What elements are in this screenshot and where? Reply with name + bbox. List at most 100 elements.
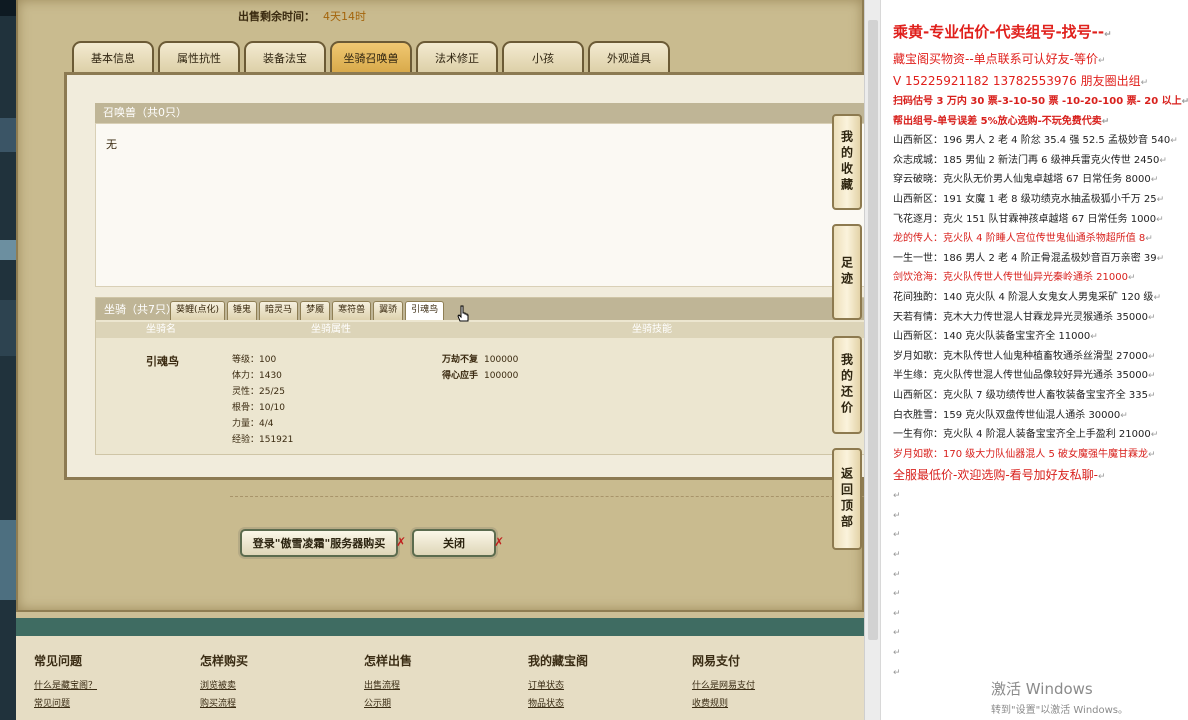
paragraph-mark-icon: ↵ xyxy=(1148,449,1156,460)
doc-line: 藏宝阁买物资--单点联系可认好友-等价↵ xyxy=(893,48,1188,70)
footer-col-pay: 网易支付 什么是网易支付 收费规则 xyxy=(692,652,755,713)
paragraph-mark-icon: ↵ xyxy=(1140,78,1149,88)
footer-link[interactable]: 常见问题 xyxy=(34,695,97,713)
doc-line: 扫码估号 3 万内 30 票-3-10-50 票 -10-20-100 票- 2… xyxy=(893,92,1188,112)
mount-tab-5[interactable]: 寒符兽 xyxy=(332,301,372,320)
mount-tab-2[interactable]: 锤鬼 xyxy=(227,301,258,320)
footer-col-faq: 常见问题 什么是藏宝阁？ 常见问题 xyxy=(34,652,97,713)
footer-col-my-cbg: 我的藏宝阁 订单状态 物品状态 xyxy=(528,652,588,713)
summon-header: 召唤兽（共0只） xyxy=(95,103,864,123)
mount-tab-7[interactable]: 引魂鸟 xyxy=(405,301,445,320)
footprint-button[interactable]: 足迹 xyxy=(832,224,862,320)
paragraph-mark-icon: ↵ xyxy=(1156,253,1165,264)
footer-link[interactable]: 公示期 xyxy=(364,695,412,713)
stat-stamina: 体力：1430 xyxy=(232,371,282,381)
sale-time-value: 4天14时 xyxy=(323,10,366,23)
paragraph-mark-icon: ↵ xyxy=(1156,214,1164,225)
stat-spirit: 灵性：25/25 xyxy=(232,387,285,397)
sale-time-label: 出售剩余时间： xyxy=(238,10,315,23)
mount-section: 坐骑（共7只） 葵鲤(点化) 锤鬼 暗灵马 梦魇 寒符兽 翼骄 引魂鸟 坐骑名 … xyxy=(95,297,864,455)
footer-link[interactable]: 物品状态 xyxy=(528,695,588,713)
doc-line: 白衣胜雪：159 克火队双盘传世仙混人通杀 30000↵ xyxy=(893,406,1188,426)
tab-mounts-summons[interactable]: 坐骑召唤兽 xyxy=(330,41,412,73)
paragraph-mark-icon: ↵ xyxy=(1090,332,1098,343)
mount-tabs: 葵鲤(点化) 锤鬼 暗灵马 梦魇 寒符兽 翼骄 引魂鸟 xyxy=(170,301,445,320)
doc-line: 山西新区：140 克火队装备宝宝齐全 11000↵ xyxy=(893,327,1188,347)
tab-appearance[interactable]: 外观道具 xyxy=(588,41,670,73)
tab-basic-info[interactable]: 基本信息 xyxy=(72,41,154,73)
summon-empty-text: 无 xyxy=(106,138,117,151)
document-body[interactable]: 乘黄-专业估价-代卖组号-找号--↵ 藏宝阁买物资--单点联系可认好友-等价↵ V … xyxy=(893,16,1188,682)
doc-line-text: 龙的传人：克火队 4 阶睡人宫位传世鬼仙通杀物超所值 8 xyxy=(893,233,1146,245)
doc-line: 帮出组号-单号误差 5%放心选购-不玩免费代卖↵ xyxy=(893,112,1188,132)
footer-link[interactable]: 什么是网易支付 xyxy=(692,677,755,695)
doc-line: ↵ xyxy=(893,525,1188,545)
paragraph-mark-icon: ↵ xyxy=(893,510,901,521)
footer-col-buy: 怎样购买 浏览被卖 购买流程 xyxy=(200,652,248,713)
paragraph-mark-icon: ↵ xyxy=(893,550,901,561)
footer-link[interactable]: 购买流程 xyxy=(200,695,248,713)
doc-line-text: 岁月如歌：170 级大力队仙器混人 5 破女魔强牛魔甘霖龙 xyxy=(893,448,1148,460)
footer-link[interactable]: 订单状态 xyxy=(528,677,588,695)
footer-heading: 常见问题 xyxy=(34,654,83,668)
tab-child[interactable]: 小孩 xyxy=(502,41,584,73)
tab-spell-mods[interactable]: 法术修正 xyxy=(416,41,498,73)
doc-line: ↵ xyxy=(893,643,1188,663)
mount-header: 坐骑（共7只） xyxy=(104,303,177,316)
doc-line-text: 白衣胜雪：159 克火队双盘传世仙混人通杀 30000 xyxy=(893,409,1121,421)
paragraph-mark-icon: ↵ xyxy=(893,491,901,502)
stat-level: 等级：100 xyxy=(232,355,277,365)
skill-name: 万劫不复 xyxy=(442,355,479,365)
paragraph-mark-icon: ↵ xyxy=(893,530,901,541)
paragraph-mark-icon: ↵ xyxy=(893,589,901,600)
footer-heading: 怎样购买 xyxy=(200,654,249,668)
doc-line-text: 山西新区：196 男人 2 老 4 阶忿 35.4 强 52.5 孟极妙音 54… xyxy=(893,135,1171,147)
paragraph-mark-icon: ↵ xyxy=(1150,430,1159,441)
doc-line: V 15225921182 13782553976 朋友圈出组↵ xyxy=(893,70,1188,92)
back-to-top-button[interactable]: 返回顶部 xyxy=(832,448,862,550)
doc-line-text: 岁月如歌：克木队传世人仙鬼种植畜牧通杀丝滑型 27000 xyxy=(893,350,1148,362)
doc-line: 剑饮沧海：克火队传世人传世仙异光秦岭通杀 21000↵ xyxy=(893,268,1188,288)
doc-line-text: 藏宝阁买物资--单点联系可认好友-等价 xyxy=(893,52,1098,66)
divider xyxy=(230,496,864,497)
doc-line: 天若有情：克木大力传世混人甘霖龙异光灵猴通杀 35000↵ xyxy=(893,308,1188,328)
footer-link[interactable]: 什么是藏宝阁？ xyxy=(34,677,97,695)
doc-line: ↵ xyxy=(893,584,1188,604)
paragraph-mark-icon: ↵ xyxy=(1098,472,1106,483)
mount-tab-4[interactable]: 梦魇 xyxy=(300,301,331,320)
stat-root: 根骨：10/10 xyxy=(232,403,285,413)
my-favorites-button[interactable]: 我的收藏 xyxy=(832,114,862,210)
tab-attributes[interactable]: 属性抗性 xyxy=(158,41,240,73)
doc-line: ↵ xyxy=(893,604,1188,624)
mount-tab-3[interactable]: 暗灵马 xyxy=(259,301,299,320)
watermark-sub: 转到"设置"以激活 Windows。 xyxy=(991,705,1129,716)
doc-line: 龙的传人：克火队 4 阶睡人宫位传世鬼仙通杀物超所值 8↵ xyxy=(893,229,1188,249)
mount-header-bar: 坐骑（共7只） 葵鲤(点化) 锤鬼 暗灵马 梦魇 寒符兽 翼骄 引魂鸟 xyxy=(96,298,864,320)
close-button[interactable]: 关闭 xyxy=(412,529,496,557)
mount-stats: 等级：100 体力：1430 灵性：25/25 根骨：10/10 力量：4/4 … xyxy=(232,352,293,448)
scrollbar[interactable] xyxy=(865,0,881,720)
doc-line-text: 穿云破晓：克火队无价男人仙鬼卓越塔 67 日常任务 8000 xyxy=(893,174,1151,186)
doc-line-text: 一生一世：186 男人 2 老 4 阶正骨混孟极妙音百万亲密 39 xyxy=(893,252,1157,264)
mount-tab-6[interactable]: 翼骄 xyxy=(373,301,404,320)
paragraph-mark-icon: ↵ xyxy=(1148,351,1156,362)
mount-tab-1[interactable]: 葵鲤(点化) xyxy=(170,301,226,320)
doc-line-text: 一生有你：克火队 4 阶混人装备宝宝齐全上手盈利 21000 xyxy=(893,429,1151,441)
login-server-buy-button[interactable]: 登录"傲雪凌霜"服务器购买 xyxy=(240,529,398,557)
skill-name: 得心应手 xyxy=(442,371,479,381)
footer-heading: 怎样出售 xyxy=(364,654,413,668)
tab-equipment[interactable]: 装备法宝 xyxy=(244,41,326,73)
my-counteroffer-button[interactable]: 我的还价 xyxy=(832,336,862,434)
doc-line: 飞花逐月：克火 151 队甘霖神孩卓越塔 67 日常任务 1000↵ xyxy=(893,210,1188,230)
paragraph-mark-icon: ↵ xyxy=(1153,292,1161,303)
footer-link[interactable]: 收费规则 xyxy=(692,695,755,713)
paragraph-mark-icon: ↵ xyxy=(1159,155,1167,166)
paragraph-mark-icon: ↵ xyxy=(1148,312,1156,323)
doc-line-text: 全服最低价-欢迎选购-看号加好友私聊- xyxy=(893,468,1098,483)
doc-line-text: 山西新区：140 克火队装备宝宝齐全 11000 xyxy=(893,331,1091,343)
footer-link[interactable]: 浏览被卖 xyxy=(200,677,248,695)
footer-link[interactable]: 出售流程 xyxy=(364,677,412,695)
scroll-thumb[interactable] xyxy=(868,20,878,640)
footer-heading: 我的藏宝阁 xyxy=(528,654,589,668)
doc-line: 乘黄-专业估价-代卖组号-找号--↵ xyxy=(893,16,1188,48)
